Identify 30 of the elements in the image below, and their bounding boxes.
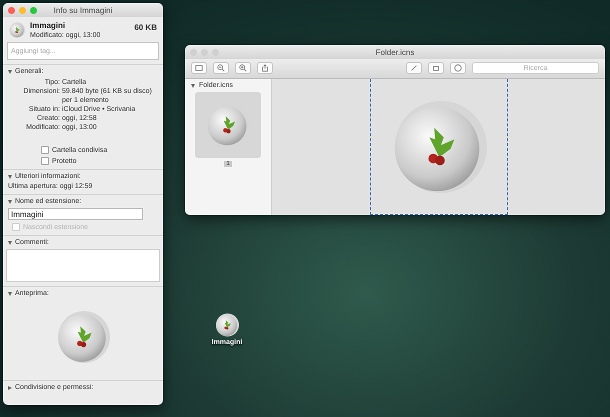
close-button[interactable] [190,48,197,56]
zoom-in-icon [239,64,247,72]
checkbox[interactable] [41,157,49,165]
window-title: Info su Immagini [52,6,114,14]
zoom-out-icon [217,64,225,72]
zoom-button[interactable] [30,6,37,14]
checkbox[interactable] [41,146,49,154]
comments-field[interactable] [6,249,160,282]
sidebar-icon [195,64,203,72]
close-button[interactable] [8,6,15,14]
share-icon [261,64,269,72]
zoom-in-button[interactable] [235,62,251,74]
minimize-button[interactable] [201,48,208,56]
page-thumbnail[interactable] [195,92,261,158]
share-button[interactable] [257,62,273,74]
zoom-button[interactable] [212,48,219,56]
file-size: 60 KB [134,23,157,32]
folder-icon [9,22,25,38]
name-field[interactable]: Immagini [8,208,143,220]
minimize-button[interactable] [19,6,26,14]
preview-icon [56,310,110,364]
sidebar-button[interactable] [191,62,207,74]
rotate-button[interactable] [428,62,444,74]
folder-icon [215,313,239,337]
markup-button[interactable] [406,62,422,74]
pen-icon [410,64,418,72]
zoom-out-button[interactable] [213,62,229,74]
window-title: Folder.icns [374,48,416,56]
annotate-button[interactable] [450,62,466,74]
file-name: Immagini [30,21,66,30]
